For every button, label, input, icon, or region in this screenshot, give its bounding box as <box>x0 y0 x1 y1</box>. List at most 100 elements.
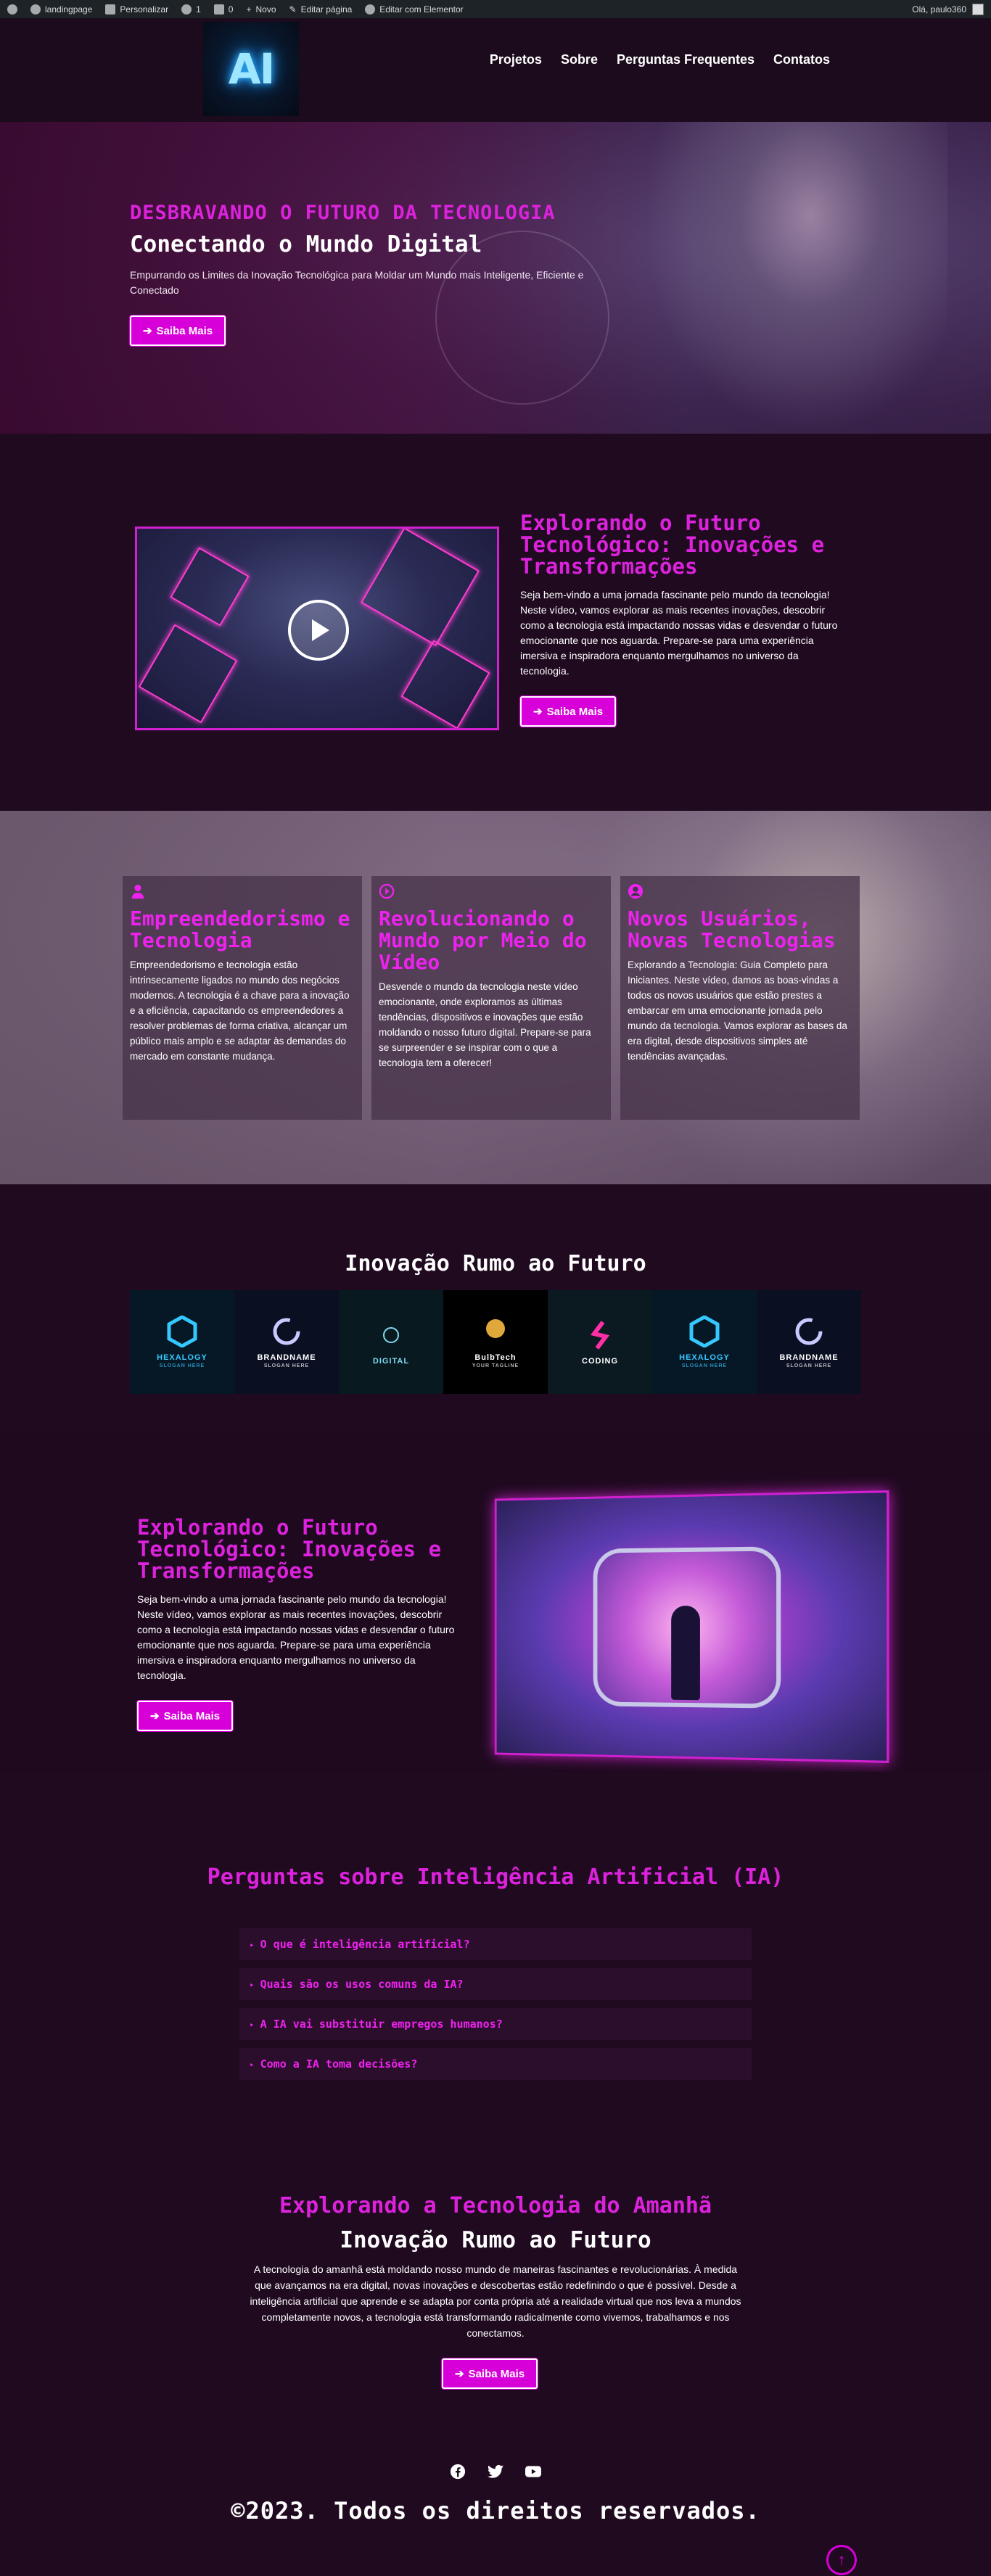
feature-card: Empreendedorismo e Tecnologia Empreended… <box>123 876 362 1120</box>
home-icon <box>30 4 41 15</box>
faq-title: Perguntas sobre Inteligência Artificial … <box>0 1866 991 1889</box>
admin-account[interactable]: Olá, paulo360 <box>912 4 984 15</box>
brand-logo: HEXALOGY SLOGAN HERE <box>652 1290 757 1394</box>
pencil-icon: ✎ <box>289 4 297 15</box>
main-nav: Projetos Sobre Perguntas Frequentes Cont… <box>490 52 830 67</box>
hero-text: Empurrando os Limites da Inovação Tecnol… <box>130 268 594 298</box>
brand-logo: CODING <box>548 1290 652 1394</box>
hero-kicker: DESBRAVANDO O FUTURO DA TECNOLOGIA <box>130 202 594 224</box>
hero-title: Conectando o Mundo Digital <box>130 231 594 257</box>
faq-item[interactable]: ▸ Quais são os usos comuns da IA? <box>239 1968 752 2000</box>
nav-contatos[interactable]: Contatos <box>773 52 830 67</box>
ring-icon <box>271 1316 303 1347</box>
twitter-icon[interactable] <box>488 2464 503 2480</box>
brand-tagline: SLOGAN HERE <box>264 1363 309 1368</box>
bulb-icon <box>480 1316 511 1347</box>
video-text: Explorando o Futuro Tecnológico: Inovaçõ… <box>520 512 839 727</box>
facebook-icon[interactable] <box>450 2464 466 2480</box>
hexagon-decoration <box>170 547 249 626</box>
play-icon[interactable] <box>288 600 349 661</box>
admin-elementor-link[interactable]: Editar com Elementor <box>365 4 463 15</box>
feature-card: Novos Usuários, Novas Tecnologias Explor… <box>620 876 860 1120</box>
user-icon <box>130 883 146 899</box>
arrow-up-icon: ↑ <box>838 2551 846 2569</box>
feature-card-text: Desvende o mundo da tecnologia neste víd… <box>379 979 604 1070</box>
admin-bar: landingpage Personalizar 1 0 + Novo ✎ Edit… <box>0 0 991 18</box>
hexagon-icon <box>166 1316 198 1347</box>
chevron-right-icon: ▸ <box>250 2020 255 2029</box>
brand-logo: BRANDNAME SLOGAN HERE <box>234 1290 339 1394</box>
admin-updates-link[interactable]: 1 <box>181 4 201 15</box>
site-logo[interactable]: AI <box>203 22 299 116</box>
hexagon-decoration <box>401 640 490 730</box>
nav-perguntas-frequentes[interactable]: Perguntas Frequentes <box>617 52 754 67</box>
admin-new-link[interactable]: + Novo <box>246 4 276 15</box>
cta-saiba-mais-button[interactable]: ➔ Saiba Mais <box>442 2358 538 2389</box>
brand-logo: HEXALOGY SLOGAN HERE <box>130 1290 234 1394</box>
copyright-text: ©2023. Todos os direitos reservados. <box>0 2497 991 2525</box>
back-to-top-button[interactable]: ↑ <box>826 2545 857 2575</box>
hexagon-decoration <box>361 527 480 646</box>
brush-icon <box>105 4 115 15</box>
brand-name: HEXALOGY <box>679 1353 730 1362</box>
avatar <box>972 4 984 15</box>
brands-title: Inovação Rumo ao Futuro <box>0 1251 991 1276</box>
nav-sobre[interactable]: Sobre <box>561 52 598 67</box>
brand-tagline: YOUR TAGLINE <box>472 1363 519 1368</box>
social-links <box>0 2464 991 2480</box>
admin-comments-link[interactable]: 0 <box>214 4 234 15</box>
arrow-right-icon: ➔ <box>150 1709 160 1722</box>
wordpress-logo-icon[interactable] <box>7 4 17 15</box>
video-title: Explorando o Futuro Tecnológico: Inovaçõ… <box>520 512 839 577</box>
site-header: AI Projetos Sobre Perguntas Frequentes C… <box>0 18 991 122</box>
scifi-corridor-image <box>495 1490 889 1763</box>
elementor-icon <box>365 4 375 15</box>
feature2-text: Explorando o Futuro Tecnológico: Inovaçõ… <box>137 1516 456 1731</box>
arrow-right-icon: ➔ <box>143 324 152 337</box>
brand-name: HEXALOGY <box>157 1353 207 1362</box>
chevron-right-icon: ▸ <box>250 1980 255 1989</box>
video-saiba-mais-button[interactable]: ➔ Saiba Mais <box>520 696 616 727</box>
faq-accordion: ▸ O que é inteligência artificial? ▸ Quais… <box>239 1928 752 2088</box>
brand-logo: BulbTech YOUR TAGLINE <box>443 1290 548 1394</box>
person-silhouette <box>671 1606 700 1700</box>
youtube-icon[interactable] <box>525 2464 541 2480</box>
refresh-icon <box>181 4 192 15</box>
feature2-section: Explorando o Futuro Tecnológico: Inovaçõ… <box>0 1431 991 1772</box>
feature-card-title: Revolucionando o Mundo por Meio do Vídeo <box>379 908 604 973</box>
brands-section: Inovação Rumo ao Futuro HEXALOGY SLOGAN H… <box>0 1184 991 1431</box>
plus-icon: + <box>246 4 251 15</box>
arrow-right-icon: ➔ <box>455 2367 464 2380</box>
admin-edit-page-link[interactable]: ✎ Editar página <box>289 4 353 15</box>
brand-tagline: SLOGAN HERE <box>682 1363 727 1368</box>
hero-saiba-mais-button[interactable]: ➔ Saiba Mais <box>130 315 226 346</box>
faq-item[interactable]: ▸ Como a IA toma decisões? <box>239 2048 752 2080</box>
brand-logo: DIGITAL <box>339 1290 443 1394</box>
brand-name: BRANDNAME <box>779 1353 838 1362</box>
code-icon <box>584 1319 616 1351</box>
brand-tagline: SLOGAN HERE <box>160 1363 205 1368</box>
comment-icon <box>214 4 224 15</box>
brand-name: CODING <box>582 1357 618 1366</box>
faq-item[interactable]: ▸ A IA vai substituir empregos humanos? <box>239 2008 752 2040</box>
video-player[interactable] <box>135 527 499 730</box>
hexagon-icon <box>688 1316 720 1347</box>
feature2-saiba-mais-button[interactable]: ➔ Saiba Mais <box>137 1701 233 1731</box>
features-section: Empreendedorismo e Tecnologia Empreended… <box>0 811 991 1184</box>
brand-name: BRANDNAME <box>257 1353 316 1362</box>
faq-item[interactable]: ▸ O que é inteligência artificial? <box>239 1928 752 1960</box>
feature2-description: Seja bem-vindo a uma jornada fascinante … <box>137 1592 456 1683</box>
chevron-right-icon: ▸ <box>250 1940 255 1949</box>
hexagon-decoration <box>139 624 238 724</box>
brand-logo: BRANDNAME SLOGAN HERE <box>757 1290 861 1394</box>
feature-card: Revolucionando o Mundo por Meio do Vídeo… <box>371 876 611 1120</box>
video-description: Seja bem-vindo a uma jornada fascinante … <box>520 587 839 679</box>
site-footer: ©2023. Todos os direitos reservados. ↑ <box>0 2403 991 2576</box>
feature2-title: Explorando o Futuro Tecnológico: Inovaçõ… <box>137 1516 456 1582</box>
nav-projetos[interactable]: Projetos <box>490 52 542 67</box>
admin-customize-link[interactable]: Personalizar <box>105 4 168 15</box>
user-circle-icon <box>628 883 643 899</box>
admin-site-link[interactable]: landingpage <box>30 4 92 15</box>
faq-section: Perguntas sobre Inteligência Artificial … <box>0 1772 991 2105</box>
cta-text: A tecnologia do amanhã está moldando nos… <box>247 2261 744 2341</box>
